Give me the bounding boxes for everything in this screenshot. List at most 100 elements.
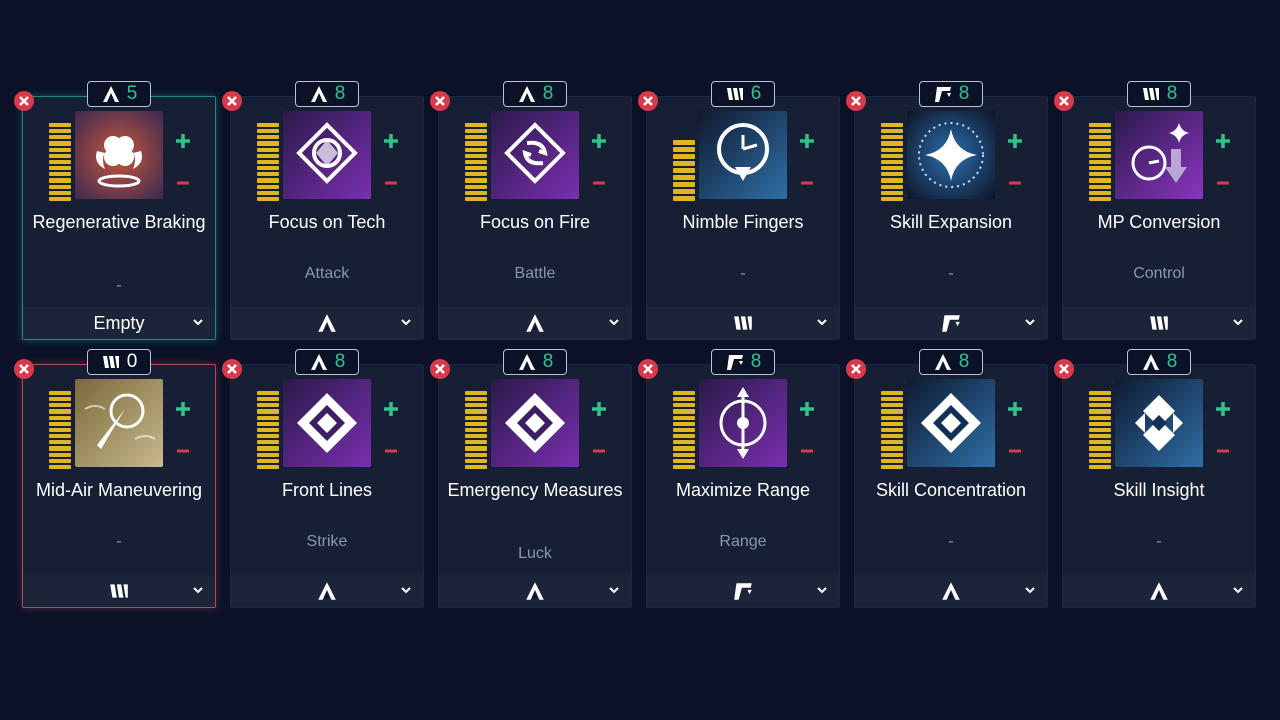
minus-icon[interactable] <box>381 173 401 193</box>
arrow-a-icon <box>309 352 329 372</box>
skill-card[interactable]: 8 Emergency Measures Luck <box>430 349 632 608</box>
level-bar-segment <box>1089 409 1111 414</box>
minus-icon[interactable] <box>797 441 817 461</box>
chevron-down-icon <box>193 319 203 326</box>
remove-icon[interactable] <box>13 90 35 112</box>
bars-m-icon <box>101 352 121 372</box>
plus-icon[interactable] <box>381 399 401 419</box>
remove-icon[interactable] <box>429 358 451 380</box>
level-bar-segment <box>881 122 903 128</box>
card-footer-dropdown[interactable] <box>1063 307 1255 339</box>
level-bar-segment <box>881 153 903 158</box>
level-bar-segment <box>673 427 695 433</box>
card-footer-dropdown[interactable] <box>23 575 215 607</box>
card-footer-dropdown[interactable] <box>231 307 423 339</box>
skill-card[interactable]: 8 Front Lines Strike <box>222 349 424 608</box>
card-footer-dropdown[interactable] <box>231 575 423 607</box>
remove-icon[interactable] <box>221 90 243 112</box>
remove-icon[interactable] <box>1053 358 1075 380</box>
level-bar-segment <box>49 172 71 177</box>
card-footer-dropdown[interactable] <box>439 307 631 339</box>
bars-m-icon <box>1141 84 1161 104</box>
level-value: 8 <box>1166 83 1178 104</box>
card-footer-dropdown[interactable] <box>647 575 839 607</box>
level-bar-segment <box>1089 458 1111 463</box>
plus-icon[interactable] <box>1005 399 1025 419</box>
level-bar-segment <box>673 140 695 145</box>
level-bar-segment <box>465 122 487 128</box>
skill-card[interactable]: 8 Focus on Tech Attack <box>222 81 424 340</box>
level-bar-segment <box>881 409 903 414</box>
plus-icon[interactable] <box>589 131 609 151</box>
level-bar-segment <box>49 446 71 451</box>
remove-icon[interactable] <box>637 358 659 380</box>
plus-icon[interactable] <box>173 399 193 419</box>
remove-icon[interactable] <box>845 90 867 112</box>
skill-card[interactable]: 8 Skill Expansion - <box>846 81 1048 340</box>
level-bar-segment <box>881 397 903 402</box>
skill-card[interactable]: 8 Focus on Fire Battle <box>430 81 632 340</box>
level-bar-segment <box>1089 446 1111 451</box>
level-bar-segment <box>49 129 71 134</box>
skill-card[interactable]: 0 Mid-Air Maneuvering - <box>14 349 216 608</box>
card-footer-dropdown[interactable]: Empty <box>23 307 215 339</box>
minus-icon[interactable] <box>1213 173 1233 193</box>
level-bar-segment <box>257 390 279 396</box>
plus-icon[interactable] <box>381 131 401 151</box>
plus-icon[interactable] <box>173 131 193 151</box>
minus-icon[interactable] <box>1213 441 1233 461</box>
plus-icon[interactable] <box>797 131 817 151</box>
card-footer-dropdown[interactable] <box>855 307 1047 339</box>
skill-card[interactable]: 8 Maximize Range Range <box>638 349 840 608</box>
level-bar-segment <box>881 190 903 195</box>
remove-icon[interactable] <box>637 90 659 112</box>
skill-card[interactable]: 8 Skill Concentration - <box>846 349 1048 608</box>
plus-icon[interactable] <box>589 399 609 419</box>
remove-icon[interactable] <box>429 90 451 112</box>
arrow-a-icon <box>524 312 546 334</box>
plus-icon[interactable] <box>1005 131 1025 151</box>
minus-icon[interactable] <box>797 173 817 193</box>
slash-r-icon <box>732 580 754 602</box>
remove-icon[interactable] <box>13 358 35 380</box>
level-bar-segment <box>257 427 279 433</box>
minus-icon[interactable] <box>589 173 609 193</box>
remove-icon[interactable] <box>1053 90 1075 112</box>
skill-card[interactable]: 5 Regenerative Braking - Empty <box>14 81 216 340</box>
card-footer-dropdown[interactable] <box>439 575 631 607</box>
skill-art-icon <box>491 379 579 467</box>
plus-icon[interactable] <box>797 399 817 419</box>
skill-card[interactable]: 6 Nimble Fingers - <box>638 81 840 340</box>
level-bars <box>881 390 903 469</box>
minus-icon[interactable] <box>173 441 193 461</box>
card-footer-dropdown[interactable] <box>1063 575 1255 607</box>
card-footer-dropdown[interactable] <box>855 575 1047 607</box>
level-bar-segment <box>49 184 71 189</box>
level-badge: 8 <box>503 81 567 107</box>
plus-icon[interactable] <box>1213 399 1233 419</box>
skill-category: Control <box>1133 265 1185 282</box>
remove-icon[interactable] <box>845 358 867 380</box>
skill-art-icon <box>699 111 787 199</box>
minus-icon[interactable] <box>1005 441 1025 461</box>
minus-icon[interactable] <box>381 441 401 461</box>
level-bar-segment <box>1089 147 1111 152</box>
plus-icon[interactable] <box>1213 131 1233 151</box>
minus-icon[interactable] <box>173 173 193 193</box>
level-bar-segment <box>673 196 695 201</box>
minus-icon[interactable] <box>589 441 609 461</box>
level-bar-segment <box>1089 153 1111 158</box>
level-bar-segment <box>881 196 903 201</box>
remove-icon[interactable] <box>221 358 243 380</box>
skill-card[interactable]: 8 MP Conversion Control <box>1054 81 1256 340</box>
footer-label: Empty <box>93 312 145 333</box>
skill-card[interactable]: 8 Skill Insight - <box>1054 349 1256 608</box>
skill-category: Attack <box>304 265 350 282</box>
minus-icon[interactable] <box>1005 173 1025 193</box>
level-badge: 6 <box>711 81 775 107</box>
level-badge: 8 <box>295 81 359 107</box>
level-bar-segment <box>257 446 279 451</box>
card-footer-dropdown[interactable] <box>647 307 839 339</box>
level-bar-segment <box>1089 184 1111 189</box>
level-value: 8 <box>958 83 970 104</box>
